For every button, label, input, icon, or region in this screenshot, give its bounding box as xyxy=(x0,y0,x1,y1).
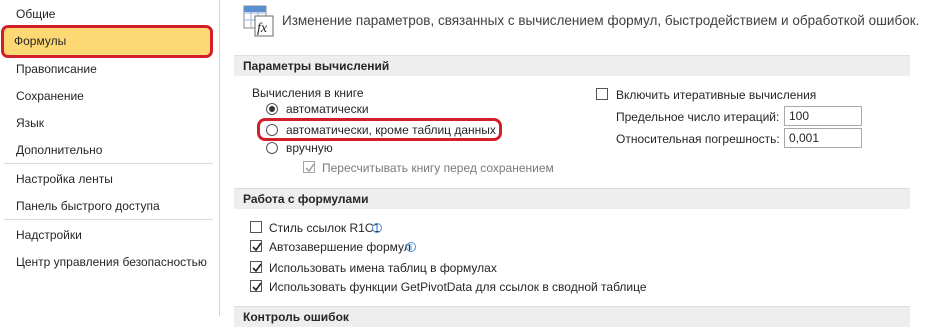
recalc-before-save-label: Пересчитывать книгу перед сохранением xyxy=(322,161,554,175)
sidebar-item-proofing[interactable]: Правописание xyxy=(4,56,213,82)
section-header-formulas: Работа с формулами xyxy=(234,188,910,209)
radio-selected-dot xyxy=(269,106,275,112)
sidebar-item-trust-center[interactable]: Центр управления безопасностью xyxy=(4,249,213,275)
sidebar-item-language[interactable]: Язык xyxy=(4,110,213,136)
use-table-names-label[interactable]: Использовать имена таблиц в формулах xyxy=(269,261,497,275)
sidebar-separator xyxy=(4,219,213,220)
section-header-calculation: Параметры вычислений xyxy=(234,55,910,76)
checkmark-icon xyxy=(252,263,262,273)
radio-automatic-label[interactable]: автоматически xyxy=(286,102,369,116)
radio-automatic-except-tables[interactable] xyxy=(266,124,278,136)
sidebar-item-quick-access-toolbar[interactable]: Панель быстрого доступа xyxy=(4,193,213,219)
sidebar-item-general[interactable]: Общие xyxy=(4,1,213,27)
sidebar-separator xyxy=(4,163,213,164)
workbook-calculation-label: Вычисления в книге xyxy=(252,86,364,100)
sidebar-item-customize-ribbon[interactable]: Настройка ленты xyxy=(4,166,213,192)
r1c1-style-label[interactable]: Стиль ссылок R1C1 xyxy=(269,221,380,235)
sidebar-item-advanced[interactable]: Дополнительно xyxy=(4,137,213,163)
checkbox-recalc-before-save[interactable] xyxy=(303,161,315,173)
radio-manual-label[interactable]: вручную xyxy=(286,141,333,155)
info-icon[interactable]: i xyxy=(372,223,382,233)
info-icon[interactable]: i xyxy=(406,242,416,252)
svg-text:fx: fx xyxy=(257,21,268,36)
max-change-input[interactable] xyxy=(784,128,862,148)
sidebar-item-formulas[interactable]: Формулы xyxy=(1,25,213,58)
checkbox-getpivotdata[interactable] xyxy=(250,280,262,292)
max-change-label: Относительная погрешность: xyxy=(616,132,780,146)
formula-fx-icon: fx xyxy=(243,4,275,43)
checkbox-r1c1-style[interactable] xyxy=(250,221,262,233)
iterative-label[interactable]: Включить итеративные вычисления xyxy=(616,88,816,102)
radio-manual[interactable] xyxy=(266,142,278,154)
checkbox-formula-autocomplete[interactable] xyxy=(250,240,262,252)
options-sidebar: Общие Формулы Правописание Сохранение Яз… xyxy=(0,0,220,316)
max-iterations-label: Предельное число итераций: xyxy=(616,110,780,124)
checkbox-iterative[interactable] xyxy=(596,88,608,100)
max-iterations-input[interactable] xyxy=(784,106,862,126)
formulas-options-panel: fx Изменение параметров, связанных с выч… xyxy=(220,0,931,327)
section-header-error-checking: Контроль ошибок xyxy=(234,306,910,327)
radio-automatic-except-tables-label[interactable]: автоматически, кроме таблиц данных xyxy=(286,123,496,137)
checkmark-icon xyxy=(305,163,315,173)
checkbox-use-table-names[interactable] xyxy=(250,261,262,273)
radio-automatic[interactable] xyxy=(266,103,278,115)
checkmark-icon xyxy=(252,242,262,252)
sidebar-item-save[interactable]: Сохранение xyxy=(4,83,213,109)
sidebar-item-add-ins[interactable]: Надстройки xyxy=(4,222,213,248)
getpivotdata-label[interactable]: Использовать функции GetPivotData для сс… xyxy=(269,280,647,294)
page-description: Изменение параметров, связанных с вычисл… xyxy=(282,13,920,28)
checkmark-icon xyxy=(252,282,262,292)
formula-autocomplete-label[interactable]: Автозавершение формул xyxy=(269,240,411,254)
